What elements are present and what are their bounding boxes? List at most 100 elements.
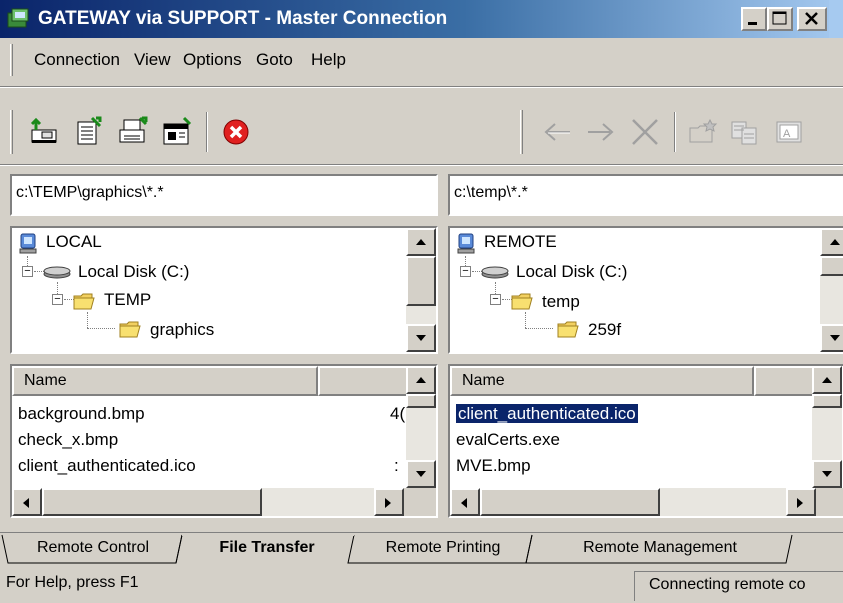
local-tree[interactable]: LOCAL − Local Disk (C:) − TEMP graphics	[10, 226, 438, 354]
delete-button[interactable]	[628, 116, 662, 148]
tree-subfolder-label[interactable]: graphics	[150, 320, 214, 340]
scroll-thumb[interactable]	[812, 394, 842, 408]
arrow-left-icon	[23, 498, 29, 508]
menu-options[interactable]: Options	[183, 50, 242, 70]
connect-button[interactable]	[28, 116, 62, 148]
status-connection-panel: Connecting remote co	[634, 571, 843, 601]
column-header-size[interactable]	[754, 366, 820, 396]
svg-text:A: A	[783, 128, 791, 140]
remote-list-vscroll[interactable]	[812, 366, 842, 488]
remote-list-hscroll[interactable]	[450, 488, 843, 516]
column-header-size[interactable]	[318, 366, 410, 396]
tab-remote-printing[interactable]: Remote Printing	[354, 535, 532, 563]
scroll-down-button[interactable]	[406, 324, 436, 352]
scroll-down-button[interactable]	[820, 324, 843, 352]
remote-tree-scrollbar[interactable]	[820, 228, 843, 352]
connect-icon	[30, 117, 57, 143]
properties-button[interactable]	[160, 116, 194, 148]
close-button[interactable]	[797, 7, 827, 31]
remote-path-field[interactable]: c:\temp\*.*	[448, 174, 843, 216]
scroll-thumb[interactable]	[820, 256, 843, 276]
local-path-text: c:\TEMP\graphics\*.*	[16, 184, 164, 201]
scroll-up-button[interactable]	[406, 228, 436, 256]
local-list-vscroll[interactable]	[406, 366, 436, 488]
computer-icon	[19, 233, 37, 254]
titlebar-edge	[829, 0, 843, 38]
rename-button[interactable]: A	[772, 116, 806, 148]
menu-help[interactable]: Help	[311, 50, 346, 70]
toolbar-grip[interactable]	[10, 110, 13, 154]
tab-file-transfer[interactable]: File Transfer	[182, 535, 352, 563]
menu-goto[interactable]: Goto	[256, 50, 293, 70]
local-tree-scrollbar[interactable]	[406, 228, 436, 352]
tab-remote-management[interactable]: Remote Management	[532, 535, 788, 563]
tree-disk-label[interactable]: Local Disk (C:)	[78, 262, 189, 282]
list-item[interactable]: background.bmp 4(	[18, 404, 405, 424]
forward-arrow-icon	[588, 123, 614, 141]
transfer-button[interactable]	[72, 116, 106, 148]
local-list-hscroll[interactable]	[12, 488, 436, 516]
tree-root-label[interactable]: LOCAL	[46, 232, 102, 252]
menu-connection[interactable]: Connection	[34, 50, 120, 70]
minimize-button[interactable]	[741, 7, 767, 31]
scroll-thumb[interactable]	[406, 256, 436, 306]
tree-root-label[interactable]: REMOTE	[484, 232, 557, 252]
new-folder-icon	[689, 118, 718, 143]
minimize-icon	[748, 22, 757, 25]
disk-icon	[43, 266, 71, 279]
back-button[interactable]	[540, 116, 574, 148]
menu-view[interactable]: View	[134, 50, 171, 70]
print-button[interactable]	[116, 116, 150, 148]
tree-disk-label[interactable]: Local Disk (C:)	[516, 262, 627, 282]
scroll-up-button[interactable]	[812, 366, 842, 394]
menu-grip[interactable]	[10, 44, 13, 76]
maximize-icon	[772, 11, 787, 25]
tree-expander[interactable]: −	[52, 294, 63, 305]
tab-remote-control[interactable]: Remote Control	[8, 535, 178, 563]
new-folder-button[interactable]	[686, 116, 720, 148]
scroll-up-button[interactable]	[820, 228, 843, 256]
toolbar-separator	[206, 112, 208, 152]
column-header-name[interactable]: Name	[450, 366, 754, 396]
list-item[interactable]: check_x.bmp	[18, 430, 398, 450]
toolbar-grip-right[interactable]	[520, 110, 523, 154]
app-icon	[7, 8, 29, 28]
scroll-thumb[interactable]	[42, 488, 262, 516]
tab-strip: Remote Control File Transfer Remote Prin…	[0, 532, 843, 566]
tree-expander[interactable]: −	[460, 266, 471, 277]
toolbar-separator-2	[674, 112, 676, 152]
scroll-up-button[interactable]	[406, 366, 436, 394]
remote-file-list[interactable]: Name client_authenticated.ico evalCerts.…	[448, 364, 843, 518]
tree-expander[interactable]: −	[490, 294, 501, 305]
scroll-right-button[interactable]	[374, 488, 404, 516]
scroll-left-button[interactable]	[12, 488, 42, 516]
forward-button[interactable]	[584, 116, 618, 148]
title-bar[interactable]: GATEWAY via SUPPORT - Master Connection	[0, 0, 843, 38]
tree-folder-label[interactable]: temp	[542, 292, 580, 312]
local-path-field[interactable]: c:\TEMP\graphics\*.*	[10, 174, 438, 216]
local-file-list[interactable]: Name background.bmp 4( check_x.bmp clien…	[10, 364, 438, 518]
list-item[interactable]: client_authenticated.ico :	[18, 456, 399, 476]
tree-subfolder-label[interactable]: 259f	[588, 320, 621, 340]
arrow-down-icon	[822, 471, 832, 477]
tree-expander[interactable]: −	[22, 266, 33, 277]
stop-button[interactable]	[220, 116, 254, 148]
scroll-right-button[interactable]	[786, 488, 816, 516]
list-item[interactable]: MVE.bmp	[456, 456, 531, 476]
scroll-down-button[interactable]	[812, 460, 842, 488]
list-item-selected[interactable]: client_authenticated.ico	[455, 403, 639, 424]
maximize-button[interactable]	[767, 7, 793, 31]
scroll-thumb[interactable]	[480, 488, 660, 516]
column-header-name[interactable]: Name	[12, 366, 318, 396]
copy-button[interactable]	[728, 116, 762, 148]
status-connection-text: Connecting remote co	[649, 576, 806, 593]
scroll-down-button[interactable]	[406, 460, 436, 488]
tree-folder-label[interactable]: TEMP	[104, 290, 151, 310]
menu-bar: Connection View Options Goto Help	[0, 40, 843, 82]
scroll-left-button[interactable]	[450, 488, 480, 516]
scroll-thumb[interactable]	[406, 394, 436, 408]
toolbar-divider	[0, 164, 843, 166]
toolbar: A	[0, 104, 843, 160]
list-item[interactable]: evalCerts.exe	[456, 430, 560, 450]
remote-tree[interactable]: REMOTE − Local Disk (C:) − temp 259f	[448, 226, 843, 354]
